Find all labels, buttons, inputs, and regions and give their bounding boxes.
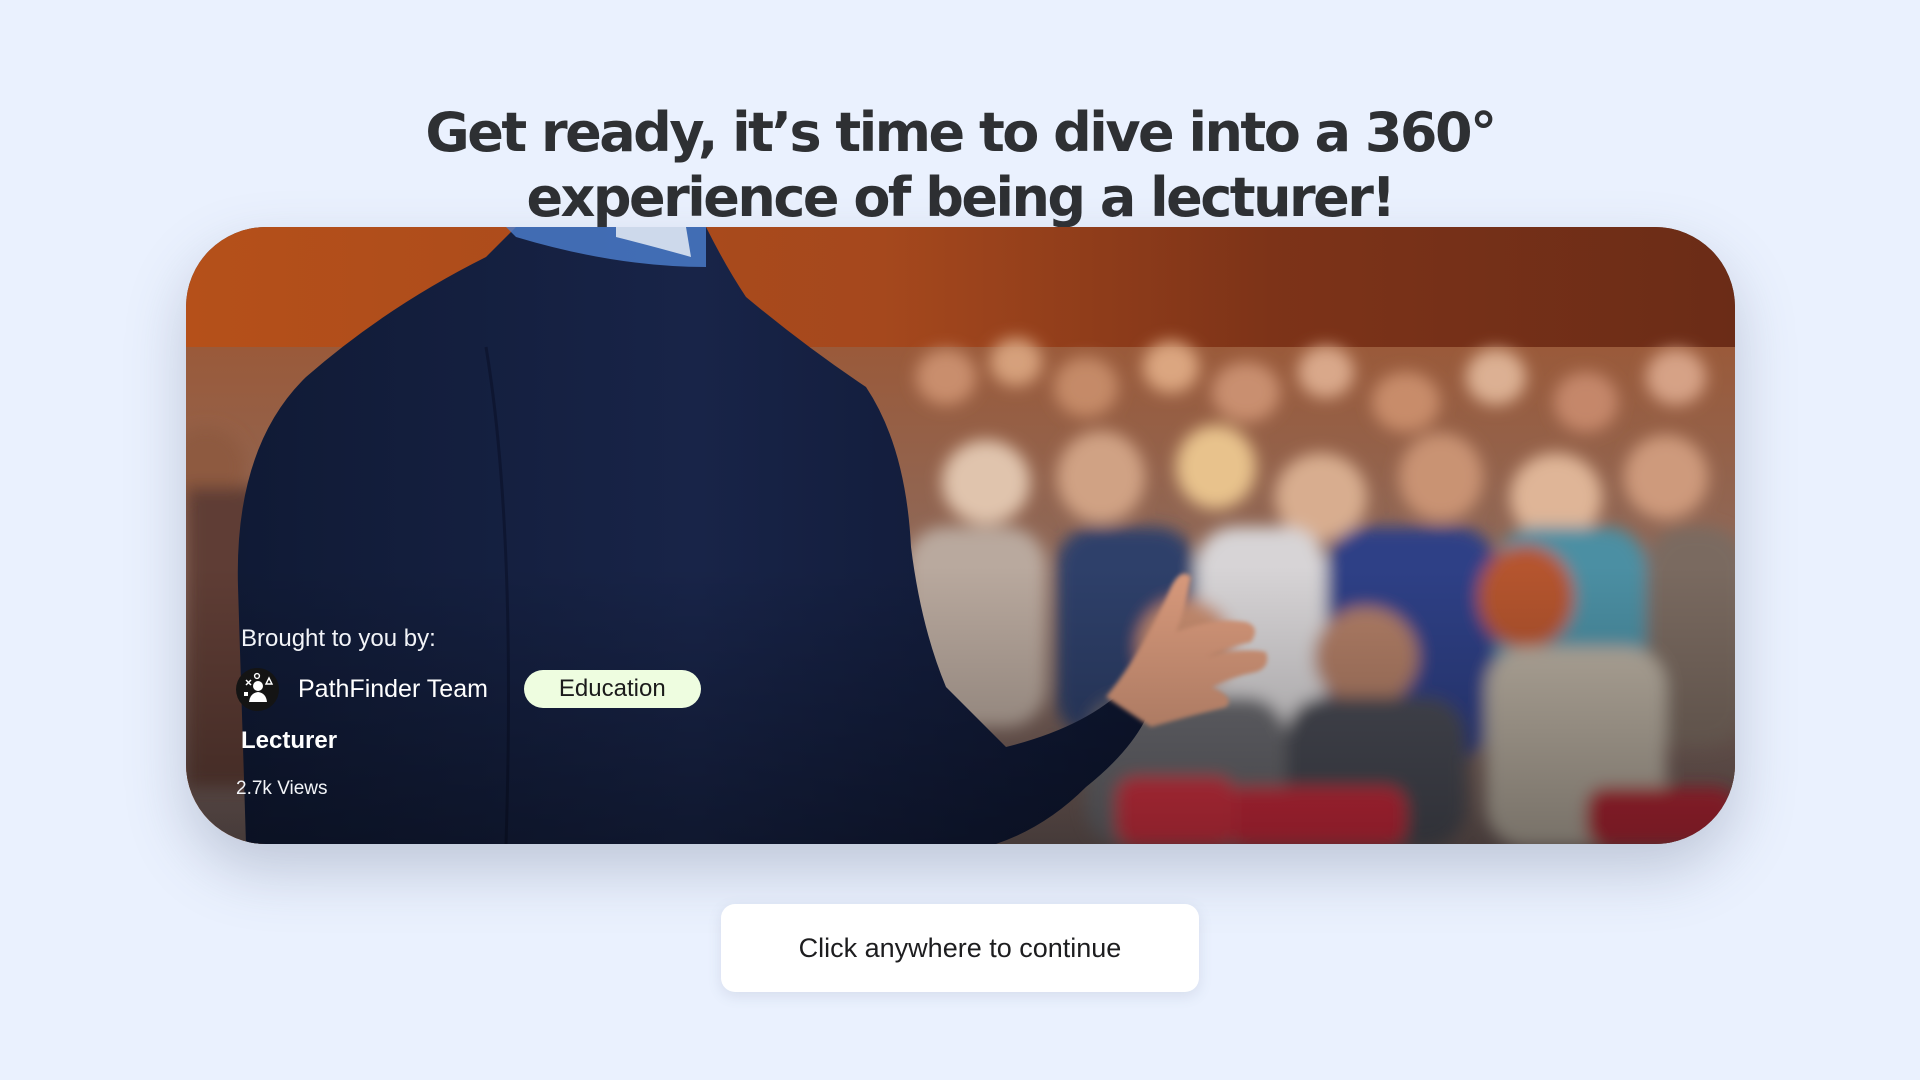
experience-card[interactable]: Brought to you by: PathFinder Team Educa… (186, 227, 1735, 844)
page[interactable]: Get ready, it’s time to dive into a 360°… (0, 0, 1920, 1080)
lecture-hall-photo (186, 227, 1735, 844)
headline-line-1: Get ready, it’s time to dive into a 360° (425, 101, 1497, 165)
page-headline: Get ready, it’s time to dive into a 360°… (0, 100, 1920, 230)
headline-line-2: experience of being a lecturer! (526, 166, 1396, 230)
continue-button[interactable]: Click anywhere to continue (721, 904, 1199, 992)
